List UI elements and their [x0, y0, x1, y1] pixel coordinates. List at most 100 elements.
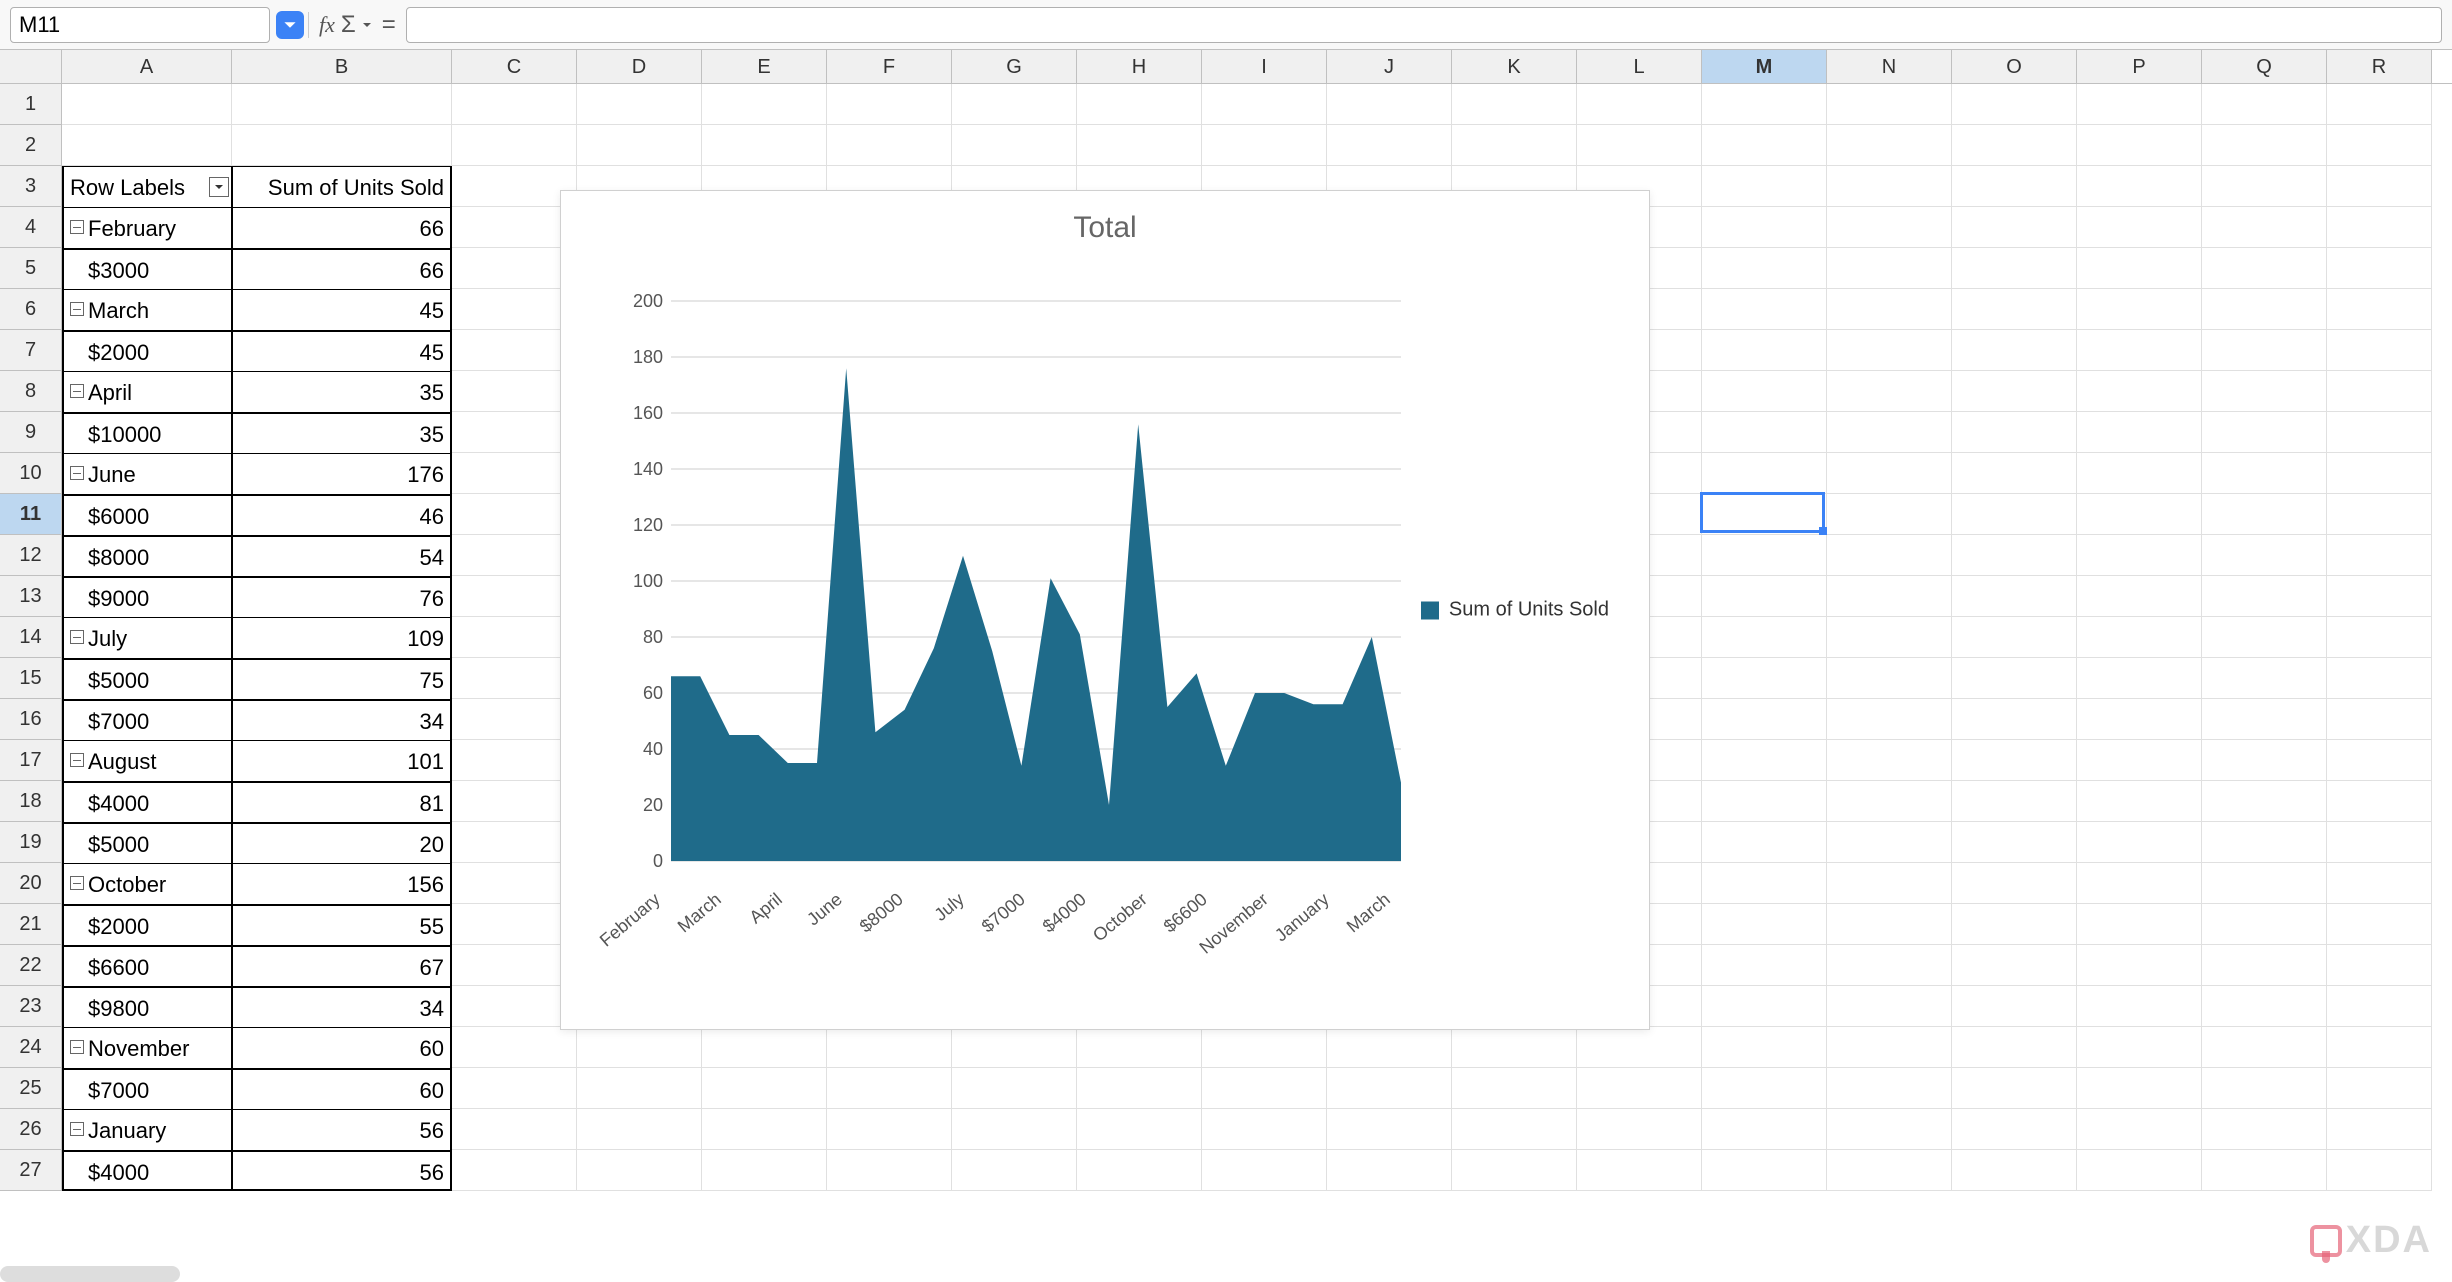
cell-O22[interactable] [1952, 945, 2077, 986]
cell-M8[interactable] [1702, 371, 1827, 412]
cell-Q16[interactable] [2202, 699, 2327, 740]
sigma-dropdown[interactable] [362, 13, 372, 36]
cell-N25[interactable] [1827, 1068, 1952, 1109]
cell-R15[interactable] [2327, 658, 2432, 699]
column-header-C[interactable]: C [452, 50, 577, 83]
cell-P14[interactable] [2077, 617, 2202, 658]
cell-R8[interactable] [2327, 371, 2432, 412]
cell-I26[interactable] [1202, 1109, 1327, 1150]
cell-C17[interactable] [452, 740, 577, 781]
cell-R17[interactable] [2327, 740, 2432, 781]
row-header-2[interactable]: 2 [0, 125, 62, 166]
cell-B2[interactable] [232, 125, 452, 166]
cell-O12[interactable] [1952, 535, 2077, 576]
cell-I24[interactable] [1202, 1027, 1327, 1068]
cell-R24[interactable] [2327, 1027, 2432, 1068]
cell-J2[interactable] [1327, 125, 1452, 166]
cell-N21[interactable] [1827, 904, 1952, 945]
cell-Q1[interactable] [2202, 84, 2327, 125]
cell-P4[interactable] [2077, 207, 2202, 248]
cell-C7[interactable] [452, 330, 577, 371]
row-header-5[interactable]: 5 [0, 248, 62, 289]
column-header-I[interactable]: I [1202, 50, 1327, 83]
cell-G27[interactable] [952, 1150, 1077, 1191]
cell-F2[interactable] [827, 125, 952, 166]
cell-K26[interactable] [1452, 1109, 1577, 1150]
collapse-icon[interactable] [70, 220, 84, 234]
cell-A20[interactable]: October [62, 863, 232, 904]
cell-O11[interactable] [1952, 494, 2077, 535]
row-header-23[interactable]: 23 [0, 986, 62, 1027]
sigma-icon[interactable]: Σ [341, 11, 356, 39]
cell-Q5[interactable] [2202, 248, 2327, 289]
cell-G24[interactable] [952, 1027, 1077, 1068]
cell-Q22[interactable] [2202, 945, 2327, 986]
row-header-26[interactable]: 26 [0, 1109, 62, 1150]
cell-O18[interactable] [1952, 781, 2077, 822]
cell-A13[interactable]: $9000 [62, 576, 232, 617]
cell-P7[interactable] [2077, 330, 2202, 371]
cell-B11[interactable]: 46 [232, 494, 452, 535]
collapse-icon[interactable] [70, 876, 84, 890]
cell-M12[interactable] [1702, 535, 1827, 576]
row-header-25[interactable]: 25 [0, 1068, 62, 1109]
cell-E25[interactable] [702, 1068, 827, 1109]
cell-C25[interactable] [452, 1068, 577, 1109]
cell-M23[interactable] [1702, 986, 1827, 1027]
cell-Q14[interactable] [2202, 617, 2327, 658]
cell-A11[interactable]: $6000 [62, 494, 232, 535]
cell-P9[interactable] [2077, 412, 2202, 453]
row-header-8[interactable]: 8 [0, 371, 62, 412]
cell-M1[interactable] [1702, 84, 1827, 125]
cell-P6[interactable] [2077, 289, 2202, 330]
cell-R20[interactable] [2327, 863, 2432, 904]
cell-C6[interactable] [452, 289, 577, 330]
cell-Q24[interactable] [2202, 1027, 2327, 1068]
cell-N2[interactable] [1827, 125, 1952, 166]
column-header-N[interactable]: N [1827, 50, 1952, 83]
cell-H2[interactable] [1077, 125, 1202, 166]
cell-N23[interactable] [1827, 986, 1952, 1027]
cell-D25[interactable] [577, 1068, 702, 1109]
cell-R7[interactable] [2327, 330, 2432, 371]
cell-R10[interactable] [2327, 453, 2432, 494]
cell-O7[interactable] [1952, 330, 2077, 371]
cell-K24[interactable] [1452, 1027, 1577, 1068]
cell-P18[interactable] [2077, 781, 2202, 822]
cell-G2[interactable] [952, 125, 1077, 166]
cell-C20[interactable] [452, 863, 577, 904]
cell-C9[interactable] [452, 412, 577, 453]
cell-C13[interactable] [452, 576, 577, 617]
row-header-1[interactable]: 1 [0, 84, 62, 125]
cell-M10[interactable] [1702, 453, 1827, 494]
cell-Q15[interactable] [2202, 658, 2327, 699]
cell-C3[interactable] [452, 166, 577, 207]
row-header-22[interactable]: 22 [0, 945, 62, 986]
cell-A22[interactable]: $6600 [62, 945, 232, 986]
cell-P13[interactable] [2077, 576, 2202, 617]
cell-B13[interactable]: 76 [232, 576, 452, 617]
cell-E24[interactable] [702, 1027, 827, 1068]
cell-R14[interactable] [2327, 617, 2432, 658]
cell-I2[interactable] [1202, 125, 1327, 166]
cell-A18[interactable]: $4000 [62, 781, 232, 822]
formula-input[interactable] [406, 7, 2442, 43]
cell-B25[interactable]: 60 [232, 1068, 452, 1109]
column-header-R[interactable]: R [2327, 50, 2432, 83]
cell-B8[interactable]: 35 [232, 371, 452, 412]
cell-R4[interactable] [2327, 207, 2432, 248]
cell-A23[interactable]: $9800 [62, 986, 232, 1027]
cell-N18[interactable] [1827, 781, 1952, 822]
row-header-7[interactable]: 7 [0, 330, 62, 371]
cell-N7[interactable] [1827, 330, 1952, 371]
chart-object[interactable]: Total Sum of Units Sold 0204060801001201… [560, 190, 1650, 1030]
cell-O4[interactable] [1952, 207, 2077, 248]
cell-C8[interactable] [452, 371, 577, 412]
cell-C12[interactable] [452, 535, 577, 576]
cell-B26[interactable]: 56 [232, 1109, 452, 1150]
cell-P25[interactable] [2077, 1068, 2202, 1109]
row-header-4[interactable]: 4 [0, 207, 62, 248]
cell-H24[interactable] [1077, 1027, 1202, 1068]
cell-C27[interactable] [452, 1150, 577, 1191]
column-header-J[interactable]: J [1327, 50, 1452, 83]
